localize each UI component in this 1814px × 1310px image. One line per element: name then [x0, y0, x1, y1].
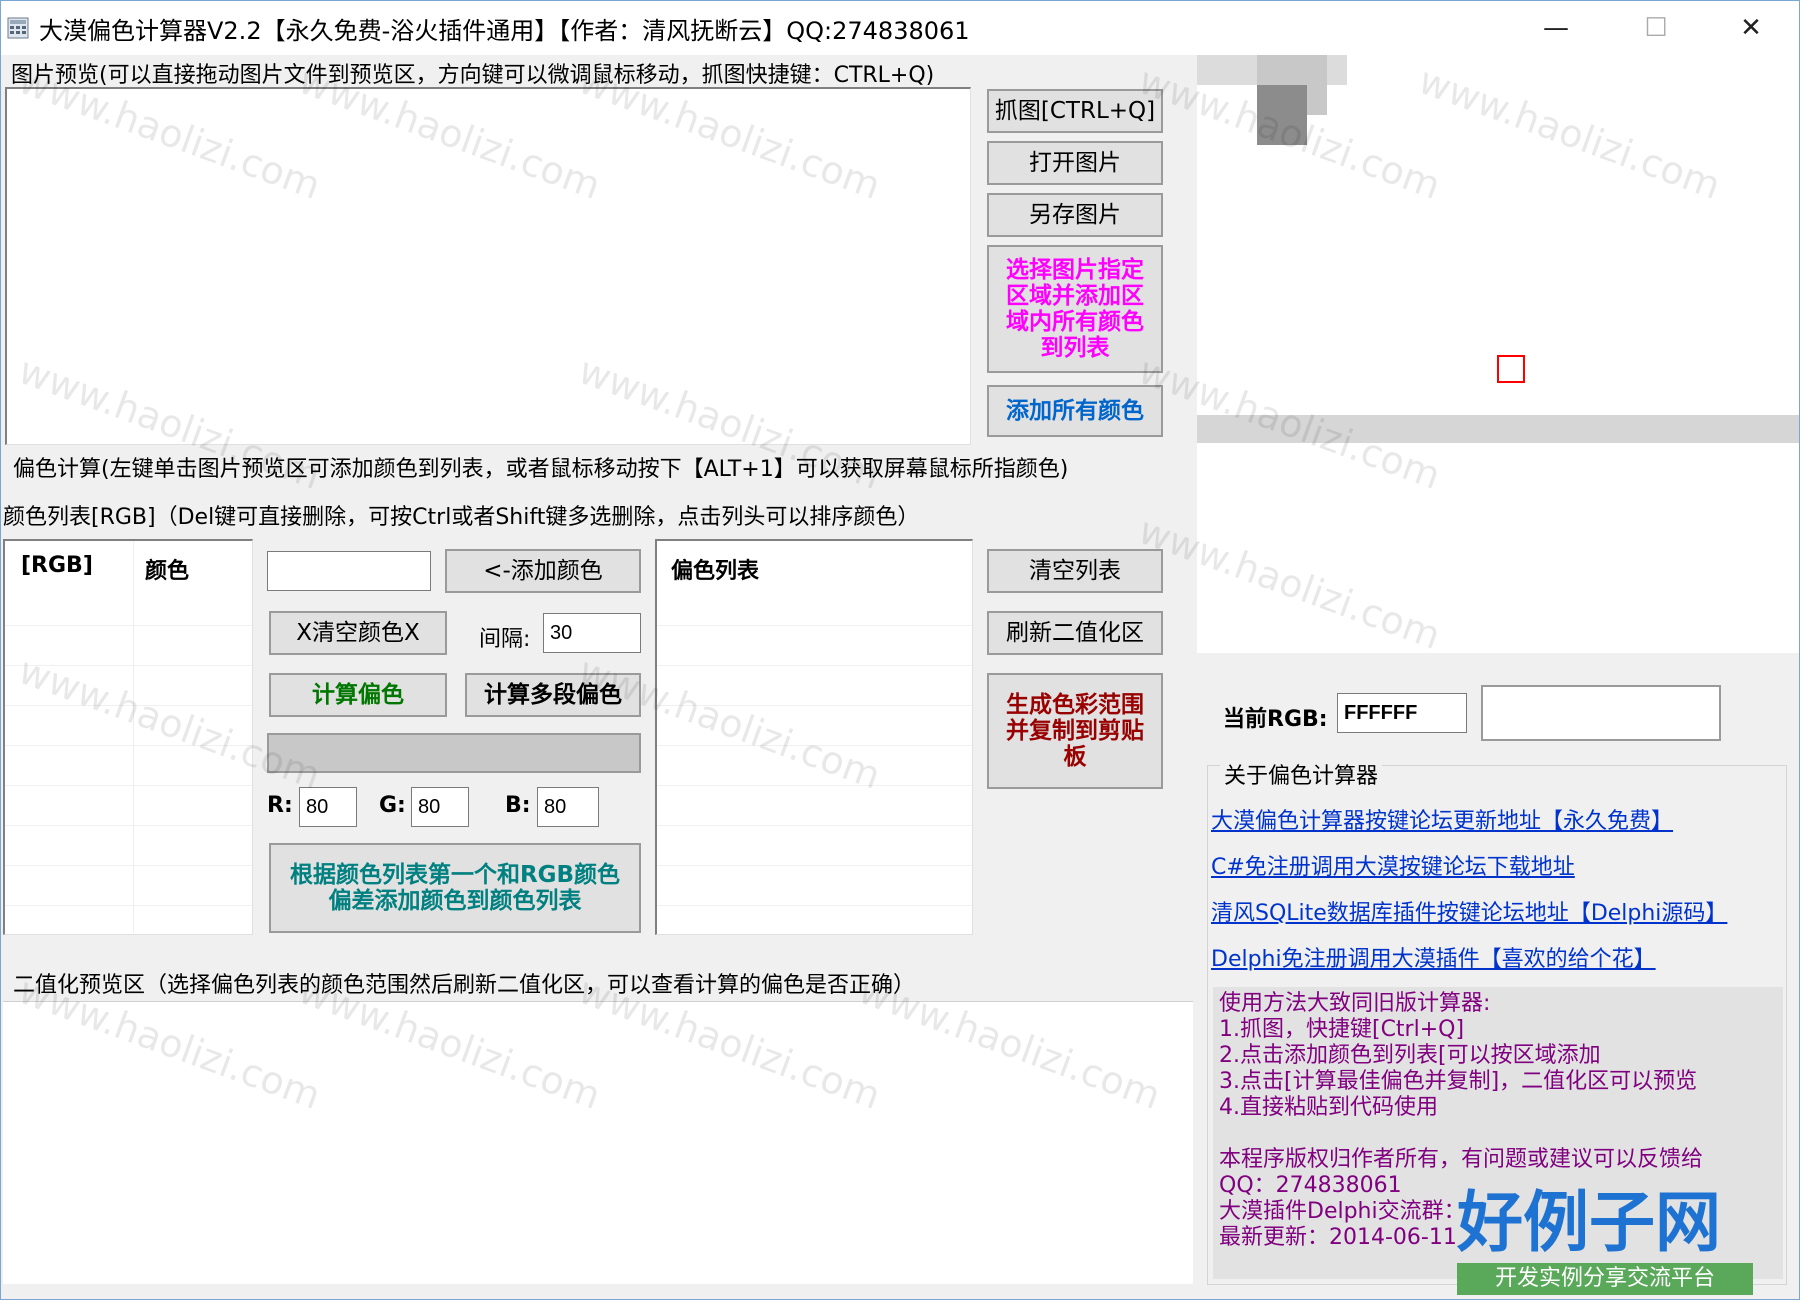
site-logo: 好例子网 开发实例分享交流平台: [1457, 1187, 1759, 1297]
save-image-button[interactable]: 另存图片: [987, 193, 1163, 237]
magnifier-pixel: [1257, 85, 1307, 145]
grid-line: [5, 865, 252, 866]
interval-input[interactable]: [543, 613, 641, 653]
grid-line: [657, 905, 972, 906]
magnifier-cursor-box: [1497, 355, 1525, 383]
calculator-icon: [7, 17, 29, 39]
b-label: B:: [505, 793, 531, 818]
select-region-button[interactable]: 选择图片指定区域并添加区域内所有颜色到列表: [987, 245, 1163, 373]
grid-line: [5, 625, 252, 626]
refresh-binary-button[interactable]: 刷新二值化区: [987, 611, 1163, 655]
grid-line: [5, 905, 252, 906]
usage-line: 大漠插件Delphi交流群：: [1219, 1199, 1466, 1224]
title-bar[interactable]: 大漠偏色计算器V2.2【永久免费-浴火插件通用】【作者：清风抚断云】QQ:274…: [1, 1, 1799, 55]
binary-preview-label: 二值化预览区（选择偏色列表的颜色范围然后刷新二值化区，可以查看计算的偏色是否正确…: [13, 973, 916, 998]
grid-line: [5, 785, 252, 786]
add-all-colors-button[interactable]: 添加所有颜色: [987, 385, 1163, 437]
close-icon: ✕: [1740, 13, 1762, 43]
column-header-rgb[interactable]: [RGB]: [21, 553, 93, 578]
usage-line: 3.点击[计算最佳偏色并复制]，二值化区可以预览: [1219, 1069, 1698, 1094]
offset-list-header[interactable]: 偏色列表: [671, 553, 759, 585]
close-button[interactable]: ✕: [1716, 1, 1786, 55]
grid-line: [657, 785, 972, 786]
grid-line: [5, 745, 252, 746]
grid-line: [657, 745, 972, 746]
grid-line: [657, 705, 972, 706]
magnifier-area: [1197, 55, 1799, 653]
b-input[interactable]: [537, 787, 599, 827]
minimize-icon: —: [1543, 13, 1569, 43]
logo-title: 好例子网: [1457, 1184, 1721, 1261]
column-divider: [133, 541, 134, 933]
usage-line: QQ：274838061: [1219, 1173, 1402, 1198]
grid-line: [5, 705, 252, 706]
usage-line: 最新更新：2014-06-11: [1219, 1225, 1457, 1250]
column-header-color[interactable]: 颜色: [145, 553, 189, 585]
preview-label: 图片预览(可以直接拖动图片文件到预览区，方向键可以微调鼠标移动，抓图快捷键：CT…: [11, 63, 935, 88]
generate-copy-button[interactable]: 生成色彩范围并复制到剪贴板: [987, 673, 1163, 789]
g-input[interactable]: [411, 787, 469, 827]
calc-offset-button[interactable]: 计算偏色: [269, 673, 447, 717]
minimize-button[interactable]: —: [1521, 1, 1591, 55]
about-label: 关于偏色计算器: [1220, 758, 1383, 790]
clear-color-button[interactable]: X清空颜色X: [269, 611, 447, 655]
progress-bar: [267, 733, 641, 773]
usage-line: 使用方法大致同旧版计算器:: [1219, 991, 1491, 1016]
clear-list-button[interactable]: 清空列表: [987, 549, 1163, 593]
color-list[interactable]: [RGB] 颜色: [3, 539, 253, 935]
link-forum-update[interactable]: 大漠偏色计算器按键论坛更新地址【永久免费】: [1211, 803, 1673, 835]
usage-line: 2.点击添加颜色到列表[可以按区域添加: [1219, 1043, 1601, 1068]
offset-list[interactable]: 偏色列表: [655, 539, 973, 935]
link-delphi-plugin[interactable]: Delphi免注册调用大漠插件【喜欢的给个花】: [1211, 941, 1656, 973]
calc-multi-offset-button[interactable]: 计算多段偏色: [465, 673, 641, 717]
grid-line: [657, 865, 972, 866]
link-csharp-download[interactable]: C#免注册调用大漠按键论坛下载地址: [1211, 849, 1575, 881]
app-window: 大漠偏色计算器V2.2【永久免费-浴火插件通用】【作者：清风抚断云】QQ:274…: [0, 0, 1800, 1300]
grid-line: [657, 625, 972, 626]
magnifier-crosshair-bar: [1197, 415, 1799, 443]
current-rgb-input[interactable]: [1337, 693, 1467, 733]
current-color-swatch: [1481, 685, 1721, 741]
usage-line: 1.抓图，快捷键[Ctrl+Q]: [1219, 1017, 1465, 1042]
grid-line: [5, 825, 252, 826]
capture-button[interactable]: 抓图[CTRL+Q]: [987, 89, 1163, 133]
grid-line: [657, 665, 972, 666]
r-label: R:: [267, 793, 293, 818]
usage-line: 4.直接粘贴到代码使用: [1219, 1095, 1438, 1120]
binary-preview-area[interactable]: [3, 1001, 1193, 1284]
image-preview-area[interactable]: [5, 87, 971, 445]
color-input[interactable]: [267, 551, 431, 591]
grid-line: [5, 665, 252, 666]
grid-line: [657, 825, 972, 826]
usage-line: 本程序版权归作者所有，有问题或建议可以反馈给: [1219, 1147, 1704, 1172]
maximize-icon: ☐: [1644, 13, 1668, 43]
current-rgb-label: 当前RGB:: [1223, 707, 1328, 732]
logo-subtitle: 开发实例分享交流平台: [1457, 1263, 1753, 1295]
link-sqlite-plugin[interactable]: 清风SQLite数据库插件按键论坛地址【Delphi源码】: [1211, 895, 1727, 927]
open-image-button[interactable]: 打开图片: [987, 141, 1163, 185]
g-label: G:: [379, 793, 406, 818]
add-by-deviation-button[interactable]: 根据颜色列表第一个和RGB颜色偏差添加颜色到颜色列表: [269, 843, 641, 933]
maximize-button[interactable]: ☐: [1621, 1, 1691, 55]
r-input[interactable]: [299, 787, 357, 827]
color-list-label: 颜色列表[RGB]（Del键可直接删除，可按Ctrl或者Shift键多选删除，点…: [3, 505, 920, 530]
calc-section-label: 偏色计算(左键单击图片预览区可添加颜色到列表，或者鼠标移动按下【ALT+1】可以…: [13, 457, 1069, 482]
window-title: 大漠偏色计算器V2.2【永久免费-浴火插件通用】【作者：清风抚断云】QQ:274…: [39, 17, 970, 45]
add-color-button[interactable]: <-添加颜色: [445, 549, 641, 593]
interval-label: 间隔:: [479, 627, 531, 652]
